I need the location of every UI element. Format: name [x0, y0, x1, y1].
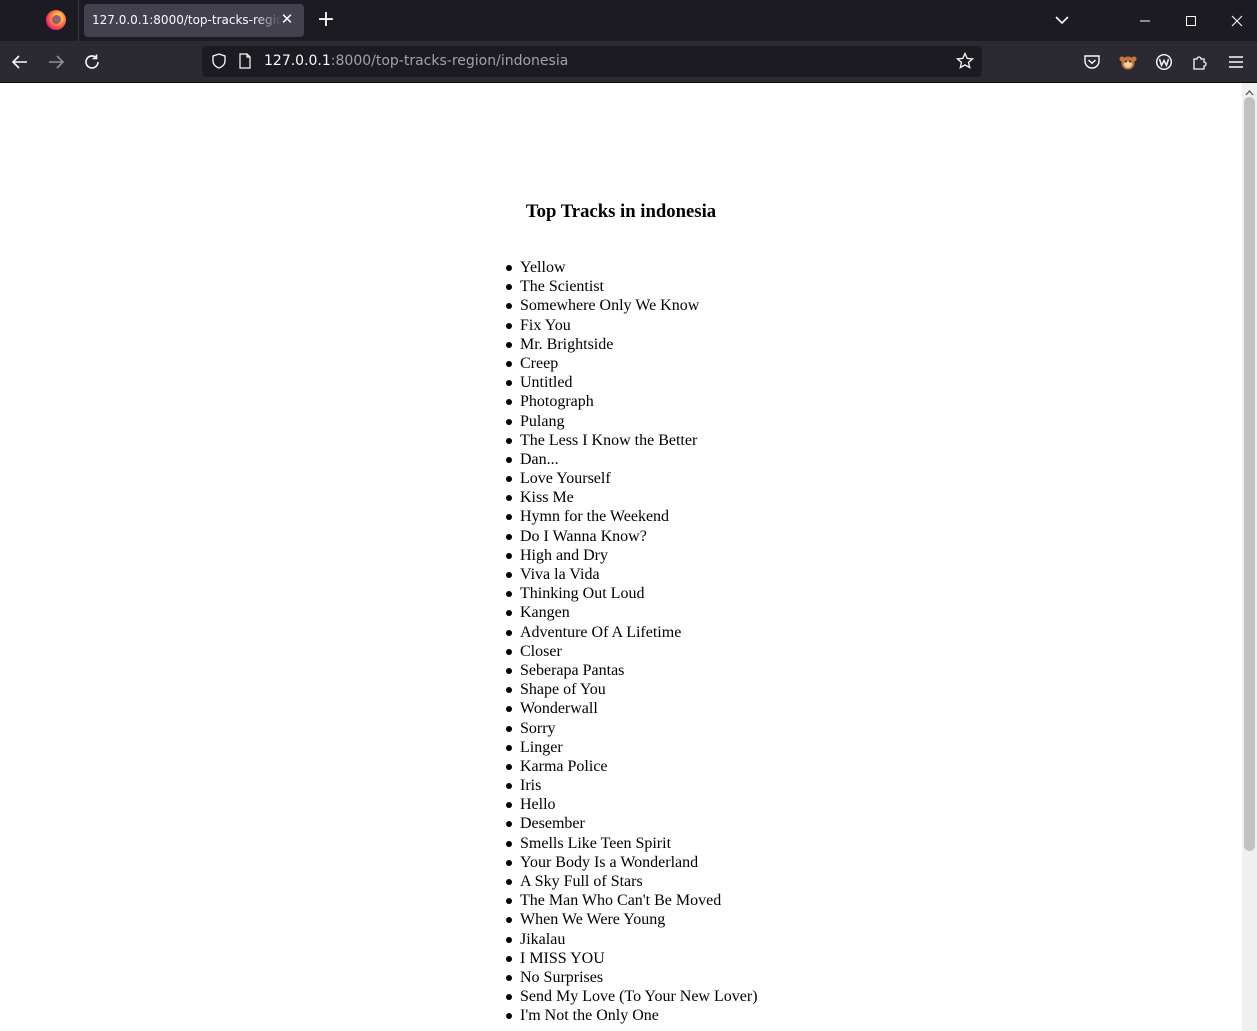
- track-item: When We Were Young: [506, 910, 758, 929]
- forward-icon[interactable]: [42, 49, 70, 75]
- track-item: Fix You: [506, 316, 758, 335]
- track-item: I'm Not the Only One: [506, 1006, 758, 1025]
- reload-icon[interactable]: [78, 49, 106, 75]
- address-bar[interactable]: 127.0.0.1:8000/top-tracks-region/indones…: [202, 46, 982, 77]
- pocket-icon[interactable]: [1078, 49, 1106, 75]
- page-viewport: Top Tracks in indonesia Yellow The Scient…: [0, 83, 1242, 1031]
- track-item: Karma Police: [506, 757, 758, 776]
- track-item: Do I Wanna Know?: [506, 527, 758, 546]
- track-item: The Less I Know the Better: [506, 431, 758, 450]
- minimize-icon[interactable]: [1122, 0, 1168, 41]
- track-item: Kiss Me: [506, 488, 758, 507]
- track-item: Hymn for the Weekend: [506, 507, 758, 526]
- track-item: Wonderwall: [506, 699, 758, 718]
- new-tab-icon[interactable]: +: [314, 9, 338, 33]
- track-item: Closer: [506, 642, 758, 661]
- track-item: Untitled: [506, 373, 758, 392]
- extensions-puzzle-icon[interactable]: [1186, 49, 1214, 75]
- track-item: Desember: [506, 814, 758, 833]
- track-item: A Sky Full of Stars: [506, 872, 758, 891]
- page-title: Top Tracks in indonesia: [525, 201, 717, 222]
- menu-hamburger-icon[interactable]: [1222, 49, 1250, 75]
- track-item: Viva la Vida: [506, 565, 758, 584]
- navigation-toolbar: 127.0.0.1:8000/top-tracks-region/indones…: [0, 41, 1257, 83]
- track-item: Somewhere Only We Know: [506, 296, 758, 315]
- tab-separator: [78, 0, 79, 41]
- tab-close-icon[interactable]: ✕: [278, 10, 296, 28]
- track-item: Seberapa Pantas: [506, 661, 758, 680]
- track-item: Jikalau: [506, 930, 758, 949]
- maximize-icon[interactable]: [1168, 0, 1214, 41]
- list-all-tabs-icon[interactable]: [1050, 10, 1074, 30]
- url-host: 127.0.0.1: [264, 53, 331, 69]
- track-item: Yellow: [506, 258, 758, 277]
- track-item: Pulang: [506, 412, 758, 431]
- track-item: Creep: [506, 354, 758, 373]
- url-path: :8000/top-tracks-region/indonesia: [330, 53, 569, 69]
- track-item: Hello: [506, 795, 758, 814]
- track-item: Mr. Brightside: [506, 335, 758, 354]
- track-item: Send My Love (To Your New Lover): [506, 988, 758, 1006]
- track-item: Linger: [506, 738, 758, 757]
- tab-strip: 127.0.0.1:8000/top-tracks-region/indones…: [0, 0, 1257, 41]
- active-tab[interactable]: 127.0.0.1:8000/top-tracks-region/indones…: [84, 4, 304, 37]
- track-list: Yellow The Scientist Somewhere Only We Kno…: [506, 258, 758, 1026]
- track-item: High and Dry: [506, 546, 758, 565]
- extension-monkey-icon[interactable]: [1114, 49, 1142, 75]
- bookmark-star-icon[interactable]: [956, 52, 974, 70]
- page-icon[interactable]: [236, 52, 254, 70]
- track-item: Your Body Is a Wonderland: [506, 853, 758, 872]
- vertical-scrollbar[interactable]: [1242, 83, 1257, 1031]
- track-item: Thinking Out Loud: [506, 584, 758, 603]
- scrollbar-thumb[interactable]: [1244, 97, 1255, 851]
- track-item: Dan...: [506, 450, 758, 469]
- track-item: No Surprises: [506, 968, 758, 987]
- firefox-logo-icon[interactable]: [46, 10, 66, 30]
- track-item: Iris: [506, 776, 758, 795]
- window-close-icon[interactable]: [1214, 0, 1257, 41]
- scroll-up-arrow-icon[interactable]: [1244, 84, 1255, 96]
- track-item: Love Yourself: [506, 469, 758, 488]
- track-item: The Scientist: [506, 277, 758, 296]
- track-item: I MISS YOU: [506, 949, 758, 968]
- track-item: Photograph: [506, 392, 758, 411]
- track-item: Adventure Of A Lifetime: [506, 623, 758, 642]
- track-item: Smells Like Teen Spirit: [506, 834, 758, 853]
- track-item: The Man Who Can't Be Moved: [506, 891, 758, 910]
- track-item: Sorry: [506, 719, 758, 738]
- track-item: Kangen: [506, 603, 758, 622]
- url-text[interactable]: 127.0.0.1:8000/top-tracks-region/indones…: [264, 53, 568, 69]
- back-icon[interactable]: [6, 49, 34, 75]
- extension-w-icon[interactable]: [1150, 49, 1178, 75]
- tab-title: 127.0.0.1:8000/top-tracks-region/indones…: [92, 13, 282, 27]
- shield-icon[interactable]: [210, 52, 228, 70]
- track-item: Shape of You: [506, 680, 758, 699]
